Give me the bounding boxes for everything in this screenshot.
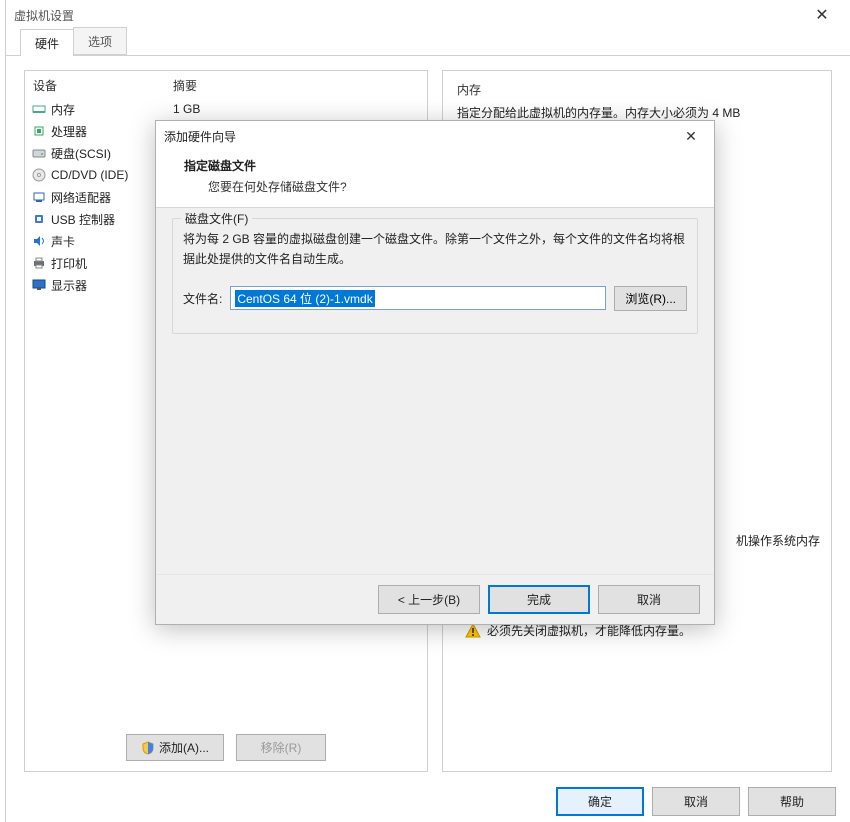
right-desc: 指定分配给此虚拟机的内存量。内存大小必须为 4 MB xyxy=(457,104,817,121)
col-device: 设备 xyxy=(33,77,173,94)
wizard-title: 添加硬件向导 xyxy=(164,128,676,145)
os-memory-hint: 机操作系统内存 xyxy=(736,532,820,549)
main-titlebar: 虚拟机设置 ✕ xyxy=(6,0,850,30)
back-label: < 上一步(B) xyxy=(398,591,460,608)
filename-input[interactable]: CentOS 64 位 (2)-1.vmdk xyxy=(230,286,606,310)
tab-options[interactable]: 选项 xyxy=(73,27,127,55)
add-hardware-wizard: 添加硬件向导 ✕ 指定磁盘文件 您要在何处存储磁盘文件? 磁盘文件(F) 将为每… xyxy=(155,120,715,625)
add-hardware-button[interactable]: 添加(A)... xyxy=(126,734,224,761)
device-summary: 1 GB xyxy=(173,102,200,116)
cancel-label: 取消 xyxy=(684,793,708,810)
wizard-heading: 指定磁盘文件 xyxy=(178,157,692,174)
hdd-icon xyxy=(31,145,47,161)
ok-button[interactable]: 确定 xyxy=(556,787,644,816)
add-button-label: 添加(A)... xyxy=(159,739,209,756)
finish-label: 完成 xyxy=(527,591,551,608)
usb-icon xyxy=(31,211,47,227)
cancel-button[interactable]: 取消 xyxy=(652,787,740,816)
printer-icon xyxy=(31,255,47,271)
browse-button[interactable]: 浏览(R)... xyxy=(614,286,687,311)
footer-buttons: 确定 取消 帮助 xyxy=(556,787,836,816)
tab-row: 硬件 选项 xyxy=(6,30,850,56)
right-heading: 内存 xyxy=(457,81,817,98)
remove-hardware-button: 移除(R) xyxy=(236,734,326,761)
sound-icon xyxy=(31,233,47,249)
device-memory[interactable]: 内存 1 GB xyxy=(31,98,421,120)
wizard-cancel-label: 取消 xyxy=(637,591,661,608)
memory-icon xyxy=(31,101,47,117)
wizard-footer: < 上一步(B) 完成 取消 xyxy=(156,574,714,624)
cpu-icon xyxy=(31,123,47,139)
group-desc: 将为每 2 GB 容量的虚拟磁盘创建一个磁盘文件。除第一个文件之外，每个文件的文… xyxy=(183,229,687,270)
file-row: 文件名: CentOS 64 位 (2)-1.vmdk 浏览(R)... xyxy=(183,286,687,311)
browse-label: 浏览(R)... xyxy=(625,292,676,306)
file-label: 文件名: xyxy=(183,290,222,307)
wizard-header: 指定磁盘文件 您要在何处存储磁盘文件? xyxy=(156,151,714,208)
wizard-close-icon[interactable]: ✕ xyxy=(676,128,706,145)
wizard-titlebar: 添加硬件向导 ✕ xyxy=(156,121,714,151)
finish-button[interactable]: 完成 xyxy=(488,585,590,614)
disc-icon xyxy=(31,167,47,183)
help-label: 帮助 xyxy=(780,793,804,810)
tab-options-label: 选项 xyxy=(88,35,112,49)
devices-header: 设备 摘要 xyxy=(25,71,427,98)
col-summary: 摘要 xyxy=(173,77,197,94)
wizard-body: 磁盘文件(F) 将为每 2 GB 容量的虚拟磁盘创建一个磁盘文件。除第一个文件之… xyxy=(156,208,714,574)
wizard-subheading: 您要在何处存储磁盘文件? xyxy=(178,178,692,195)
wizard-cancel-button[interactable]: 取消 xyxy=(598,585,700,614)
network-icon xyxy=(31,189,47,205)
filename-value: CentOS 64 位 (2)-1.vmdk xyxy=(235,290,374,307)
shield-icon xyxy=(141,741,155,755)
back-button[interactable]: < 上一步(B) xyxy=(378,585,480,614)
tab-hardware[interactable]: 硬件 xyxy=(20,29,74,56)
disk-file-group: 磁盘文件(F) 将为每 2 GB 容量的虚拟磁盘创建一个磁盘文件。除第一个文件之… xyxy=(172,218,698,334)
main-window-title: 虚拟机设置 xyxy=(14,7,802,24)
remove-button-label: 移除(R) xyxy=(261,739,302,756)
group-label: 磁盘文件(F) xyxy=(181,210,252,227)
device-label: 内存 xyxy=(51,101,173,118)
help-button[interactable]: 帮助 xyxy=(748,787,836,816)
close-icon[interactable]: ✕ xyxy=(802,5,842,25)
tab-hardware-label: 硬件 xyxy=(35,37,59,51)
display-icon xyxy=(31,277,47,293)
ok-label: 确定 xyxy=(588,793,612,810)
